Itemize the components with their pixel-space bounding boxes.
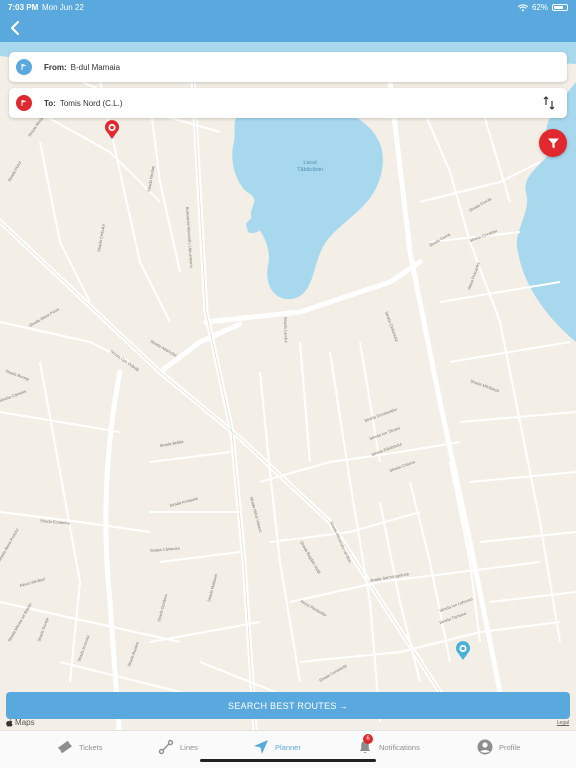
lake-label: Lacul [303, 160, 316, 166]
tab-tickets[interactable]: Tickets [57, 739, 102, 755]
to-label: To: [44, 98, 56, 108]
bell-icon-wrap: 6 [357, 734, 373, 755]
tab-planner[interactable]: Planner [253, 739, 301, 755]
tab-label: Planner [275, 742, 301, 752]
to-value: Tomis Nord (C.L.) [59, 98, 123, 108]
flag-icon [16, 95, 32, 111]
origin-marker-icon[interactable] [455, 641, 471, 661]
destination-marker-icon[interactable] [104, 120, 120, 140]
search-routes-label: SEARCH BEST ROUTES [227, 700, 337, 711]
nav-bar [0, 14, 576, 42]
map-canvas[interactable]: Strada Mușatini Strada Pictor Strada Cer… [0, 42, 576, 730]
tab-profile[interactable]: Profile [477, 739, 520, 755]
status-date: Mon Jun 22 [42, 3, 84, 12]
home-indicator [200, 759, 376, 762]
to-field[interactable]: To: Tomis Nord (C.L.) [9, 88, 567, 118]
from-field[interactable]: From: B-dul Mamaia [9, 52, 567, 82]
maps-text: Maps [15, 718, 35, 727]
tab-label: Profile [499, 742, 521, 752]
route-icon [158, 739, 174, 755]
battery-icon [552, 4, 568, 11]
status-time: 7:03 PM [8, 3, 39, 12]
status-bar: 7:03 PM Mon Jun 22 62% [0, 0, 576, 14]
maps-attribution: Maps [6, 718, 35, 727]
search-routes-button[interactable]: SEARCH BEST ROUTES → [6, 692, 570, 719]
filter-icon [547, 138, 559, 148]
tab-label: Notifications [379, 742, 420, 752]
flag-icon [16, 59, 32, 75]
tab-label: Tickets [79, 742, 103, 752]
notification-badge: 6 [363, 734, 373, 744]
battery-percent: 62% [531, 3, 548, 12]
apple-logo-icon [6, 718, 13, 727]
filter-button[interactable] [539, 129, 567, 157]
back-chevron-icon[interactable] [4, 16, 28, 40]
tab-bar: Tickets Lines Planner 6 Notifications Pr… [0, 730, 576, 768]
tab-label: Lines [180, 742, 198, 752]
map-view[interactable]: Strada Mușatini Strada Pictor Strada Cer… [0, 42, 576, 730]
map-street-label: Strada Lacului [283, 317, 289, 343]
from-value: B-dul Mamaia [70, 62, 121, 72]
tab-lines[interactable]: Lines [158, 739, 198, 755]
lake-label: Tăbăcăriei [297, 167, 323, 173]
navigation-arrow-icon [254, 740, 268, 754]
from-label: From: [44, 62, 67, 72]
swap-icon[interactable] [541, 95, 557, 111]
ticket-icon [58, 740, 72, 754]
status-right: 62% [517, 3, 568, 12]
wifi-icon [517, 3, 528, 11]
arrow-right-icon: → [338, 700, 349, 711]
tab-notifications[interactable]: 6 Notifications [357, 734, 420, 755]
legal-link[interactable]: Legal [557, 720, 569, 726]
person-icon [477, 739, 493, 755]
